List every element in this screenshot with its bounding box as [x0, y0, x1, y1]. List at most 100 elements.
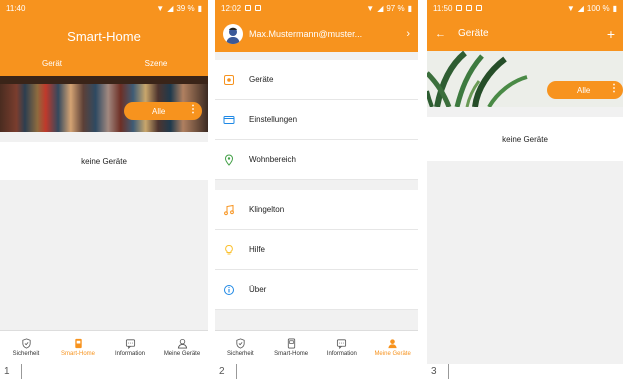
banner-image-bookshelf: Alle ⋮: [0, 76, 208, 132]
message-icon: [125, 339, 135, 349]
notification-icon: [245, 5, 252, 11]
nav-label: Sicherheit: [12, 351, 40, 357]
room-filter-label: Alle: [152, 106, 166, 116]
wifi-icon: ▼: [566, 3, 575, 13]
menu-item-label: Hilfe: [249, 245, 266, 254]
account-header[interactable]: Max.Mustermann@muster... ›: [215, 16, 418, 52]
nav-meine-geraete[interactable]: Meine Geräte: [367, 331, 418, 364]
menu-item-label: Geräte: [249, 75, 274, 84]
menu-item-ueber[interactable]: Über: [215, 270, 418, 310]
phone-screen-devices: 11:50 ▼ ◢ 100 % ▮ ← Geräte + Alle ⋮ kein…: [427, 0, 623, 364]
frame-number: 3: [427, 364, 449, 379]
menu-item-einstellungen[interactable]: Einstellungen: [215, 100, 418, 140]
menu-group-secondary: Klingelton Hilfe Über: [215, 190, 418, 310]
info-icon: [224, 284, 234, 295]
nav-sicherheit[interactable]: Sicherheit: [0, 331, 52, 364]
menu-item-label: Einstellungen: [249, 115, 298, 124]
empty-state: keine Geräte: [427, 117, 623, 161]
more-vertical-icon[interactable]: ⋮: [609, 83, 619, 94]
status-time: 11:50: [433, 3, 453, 13]
notification-icon: [255, 5, 262, 11]
menu-item-wohnbereich[interactable]: Wohnbereich: [215, 140, 418, 180]
menu-item-hilfe[interactable]: Hilfe: [215, 230, 418, 270]
menu-group-primary: Geräte Einstellungen Wohnbereich: [215, 60, 418, 180]
tab-geraet[interactable]: Gerät: [0, 56, 104, 76]
shield-icon: [21, 338, 31, 349]
settings-card-icon: [223, 115, 235, 124]
notification-icon: [456, 5, 463, 11]
nav-smart-home[interactable]: Smart-Home: [266, 331, 317, 364]
menu-item-label: Über: [249, 285, 267, 294]
empty-state: keine Geräte: [0, 142, 208, 180]
nav-information[interactable]: Information: [104, 331, 156, 364]
signal-icon: ◢: [577, 3, 584, 13]
chevron-right-icon: ›: [406, 28, 410, 40]
nav-label: Information: [114, 351, 145, 357]
battery-level: 100 %: [586, 3, 610, 13]
status-bar: 12:02 ▼ ◢ 97 % ▮: [215, 0, 418, 16]
bottom-navigation: Sicherheit Smart-Home Information Meine …: [0, 330, 208, 364]
app-bar: ← Geräte +: [427, 16, 623, 51]
user-icon: [177, 338, 187, 349]
phone-screen-smart-home: 11:40 ▼ ◢ 39 % ▮ Smart-Home Gerät Szene …: [0, 0, 208, 364]
shield-icon: [236, 338, 245, 349]
status-time: 12:02: [221, 3, 242, 13]
signal-icon: ◢: [377, 3, 384, 13]
phone-screen-account: 12:02 ▼ ◢ 97 % ▮ Max.Mustermann@muster..…: [215, 0, 418, 364]
tab-bar-top: Gerät Szene: [0, 56, 208, 76]
nav-sicherheit[interactable]: Sicherheit: [215, 331, 266, 364]
avatar: [223, 24, 243, 44]
music-note-icon: [224, 204, 234, 215]
house-icon: [287, 338, 295, 349]
wifi-icon: ▼: [366, 3, 375, 13]
page-title: Geräte: [458, 28, 489, 39]
wifi-icon: ▼: [156, 3, 165, 13]
battery-level: 39 %: [176, 3, 195, 13]
nav-meine-geraete[interactable]: Meine Geräte: [156, 331, 208, 364]
house-icon: [74, 338, 82, 349]
notification-icon: [476, 5, 483, 11]
settings-menu: Geräte Einstellungen Wohnbereich Klingel…: [215, 60, 418, 310]
nav-label: Sicherheit: [227, 351, 254, 357]
bottom-navigation: Sicherheit Smart-Home Information Meine …: [215, 330, 418, 364]
battery-icon: ▮: [612, 3, 617, 13]
battery-icon: ▮: [197, 3, 202, 13]
room-filter-label: Alle: [577, 85, 591, 95]
more-vertical-icon[interactable]: ⋮: [188, 104, 198, 115]
nav-smart-home[interactable]: Smart-Home: [52, 331, 104, 364]
menu-item-label: Wohnbereich: [249, 155, 296, 164]
add-icon[interactable]: +: [607, 26, 615, 42]
nav-label: Smart-Home: [274, 351, 309, 357]
tab-szene[interactable]: Szene: [104, 56, 208, 76]
status-bar: 11:40 ▼ ◢ 39 % ▮: [0, 0, 208, 16]
user-avatar-icon: [226, 27, 240, 44]
battery-level: 97 %: [386, 3, 405, 13]
menu-item-label: Klingelton: [249, 205, 285, 214]
empty-state-text: keine Geräte: [81, 156, 127, 166]
notification-icon: [466, 5, 473, 11]
nav-information[interactable]: Information: [317, 331, 368, 364]
status-bar: 11:50 ▼ ◢ 100 % ▮: [427, 0, 623, 16]
frame-number: 2: [215, 364, 237, 379]
user-icon: [388, 339, 397, 349]
menu-item-klingelton[interactable]: Klingelton: [215, 190, 418, 230]
divider: [215, 180, 418, 190]
message-icon: [337, 339, 347, 349]
nav-label: Smart-Home: [60, 351, 95, 357]
menu-item-geraete[interactable]: Geräte: [215, 60, 418, 100]
nav-label: Meine Geräte: [374, 351, 411, 357]
back-arrow-icon[interactable]: ←: [435, 28, 446, 40]
lightbulb-icon: [225, 244, 233, 254]
empty-state-text: keine Geräte: [502, 134, 548, 144]
banner-image-plant: Alle ⋮: [427, 51, 623, 107]
status-time: 11:40: [6, 3, 26, 13]
signal-icon: ◢: [167, 3, 174, 13]
nav-label: Information: [326, 351, 357, 357]
device-icon: [224, 74, 234, 85]
location-pin-icon: [224, 154, 234, 166]
page-title: Smart-Home: [0, 16, 208, 56]
nav-label: Meine Geräte: [163, 351, 201, 357]
frame-number: 1: [0, 364, 22, 379]
battery-icon: ▮: [407, 3, 412, 13]
account-email: Max.Mustermann@muster...: [249, 29, 363, 39]
